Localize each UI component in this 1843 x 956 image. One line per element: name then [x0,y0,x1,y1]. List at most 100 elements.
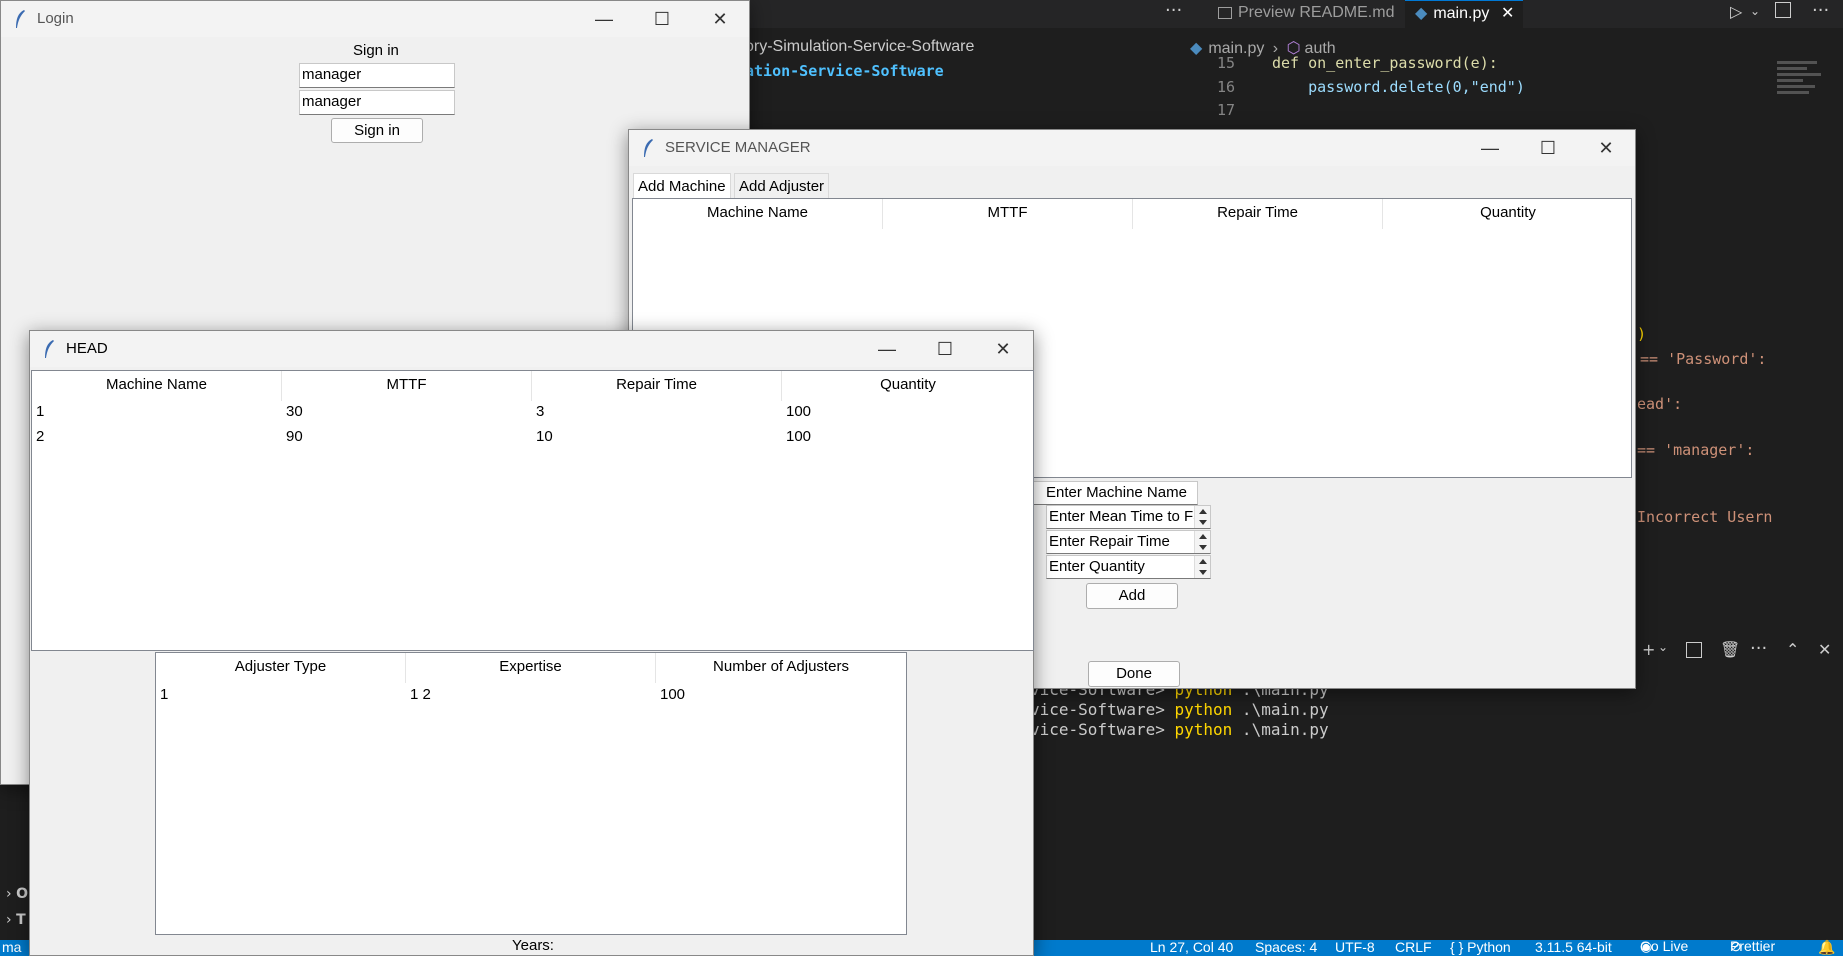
explorer-path: ory-Simulation-Service-Software [745,38,975,55]
spinbox-value: Enter Quantity [1049,558,1145,575]
collapsed-section[interactable]: › T [6,912,26,928]
tab-add-adjuster[interactable]: Add Adjuster [734,173,830,199]
tk-feather-icon [644,139,653,157]
column-header[interactable]: Repair Time [532,371,782,401]
spinbox-value: Enter Mean Time to Fai [1049,508,1205,525]
repair-time-spinbox[interactable]: Enter Repair Time [1046,530,1211,554]
head-titlebar: HEAD — ☐ ✕ [30,331,1033,367]
tk-feather-icon [16,10,25,28]
tab-add-machine[interactable]: Add Machine [633,173,731,201]
tab-main-py[interactable]: ◆ main.py ✕ [1405,0,1523,28]
maximize-icon[interactable]: ☐ [1519,130,1577,166]
mttf-spinbox[interactable]: Enter Mean Time to Fai [1046,505,1211,529]
golive-label: Go Live [1640,938,1689,954]
column-header[interactable]: MTTF [282,371,532,401]
code-fragment: == 'Password': [1640,350,1767,368]
column-header[interactable]: Quantity [1383,199,1633,229]
more-actions-icon[interactable]: ··· [1812,0,1829,21]
status-position[interactable]: Ln 27, Col 40 [1150,939,1233,955]
code-text: def on_enter_password(e): [1272,54,1498,72]
code-line-16: password.delete(0,"end") [1272,78,1525,96]
minimize-icon[interactable]: — [1461,130,1519,166]
sign-in-button[interactable]: Sign in [331,118,423,143]
username-field[interactable]: manager [299,63,455,88]
status-interpreter[interactable]: 3.11.5 64-bit [1535,939,1612,955]
more-actions-icon[interactable]: ··· [1750,638,1767,659]
chevron-down-icon[interactable]: ⌄ [1658,640,1668,654]
code-fragment: == 'manager': [1637,441,1755,459]
preview-icon [1218,6,1232,19]
password-field[interactable]: manager [299,90,455,115]
table-cell: 1 [160,686,169,703]
terminal-prefix: vice-Software> [1030,720,1175,739]
chevron-down-icon[interactable]: ⌄ [1750,4,1760,18]
close-icon[interactable]: ✕ [1501,1,1514,27]
close-icon[interactable]: ✕ [1577,130,1635,166]
line-number: 17 [1216,101,1235,119]
terminal-cmd: python [1174,700,1233,719]
section-label: O [16,886,28,902]
terminal[interactable]: vice-Software> python .\main.py vice-Sof… [1030,680,1329,740]
terminal-line: vice-Software> python .\main.py [1030,720,1329,740]
prettier-label: Prettier [1730,938,1776,954]
column-header[interactable]: Number of Adjusters [656,653,906,683]
add-button[interactable]: Add [1086,583,1178,609]
status-spaces[interactable]: Spaces: 4 [1255,939,1317,955]
window-title: HEAD [66,340,108,357]
quantity-spinbox[interactable]: Enter Quantity [1046,555,1211,579]
window-title: SERVICE MANAGER [665,139,811,156]
years-label: Years: [512,937,554,954]
column-header[interactable]: Repair Time [1133,199,1383,229]
column-header[interactable]: Machine Name [633,199,883,229]
sign-in-heading: Sign in [353,42,399,59]
close-icon[interactable]: ✕ [1818,640,1831,659]
spin-arrows-icon[interactable] [1194,506,1210,528]
window-title: Login [37,10,74,27]
spin-arrows-icon[interactable] [1194,531,1210,553]
maximize-icon[interactable]: ☐ [916,331,974,367]
split-terminal-icon[interactable] [1686,642,1702,658]
table-cell: 1 [36,403,45,420]
column-header[interactable]: Machine Name [32,371,282,401]
code-fragment: ) [1637,325,1647,343]
add-terminal-icon[interactable]: + [1642,640,1655,659]
column-header[interactable]: Quantity [782,371,1034,401]
trash-icon[interactable]: 🗑 [1720,640,1740,659]
more-actions-icon[interactable]: ··· [1165,0,1182,21]
column-header[interactable]: Expertise [406,653,656,683]
minimap[interactable] [1777,58,1833,198]
minimize-icon[interactable]: — [858,331,916,367]
column-header[interactable]: Adjuster Type [156,653,406,683]
login-titlebar: Login — ☐ ✕ [1,1,749,37]
split-editor-icon[interactable] [1775,2,1791,18]
spinbox-value: Enter Repair Time [1049,533,1170,550]
spin-arrows-icon[interactable] [1194,556,1210,578]
table-cell: 3 [536,403,545,420]
terminal-prefix: vice-Software> [1030,700,1175,719]
bell-icon[interactable]: 🔔 [1818,939,1835,956]
column-header[interactable]: MTTF [883,199,1133,229]
explorer-path-highlight: ation-Service-Software [745,62,944,80]
side-collapsed-sections: › O › T [0,880,30,940]
run-icon[interactable]: ▷ [1730,2,1742,21]
section-label: T [16,912,26,928]
collapsed-section[interactable]: › O [6,886,28,902]
minimize-icon[interactable]: — [575,1,633,37]
done-button[interactable]: Done [1088,661,1180,687]
status-eol[interactable]: CRLF [1395,939,1432,955]
machine-name-field[interactable]: Enter Machine Name [1033,481,1198,505]
close-icon[interactable]: ✕ [974,331,1032,367]
tab-label: main.py [1433,5,1490,22]
maximize-icon[interactable]: ☐ [633,1,691,37]
status-encoding[interactable]: UTF-8 [1335,939,1375,955]
adjuster-treeview[interactable]: Adjuster Type Expertise Number of Adjust… [155,652,907,935]
table-cell: 1 2 [410,686,431,703]
table-cell: 100 [786,428,812,445]
tab-preview-readme[interactable]: Preview README.md [1208,0,1398,28]
head-window: HEAD — ☐ ✕ Machine Name MTTF Repair Time… [29,330,1034,956]
chevron-up-icon[interactable]: ⌃ [1786,640,1799,659]
status-branch[interactable]: ma [2,939,21,955]
close-icon[interactable]: ✕ [691,1,749,37]
status-language[interactable]: { } Python [1450,939,1511,955]
machine-treeview[interactable]: Machine Name MTTF Repair Time Quantity 1… [31,370,1034,651]
